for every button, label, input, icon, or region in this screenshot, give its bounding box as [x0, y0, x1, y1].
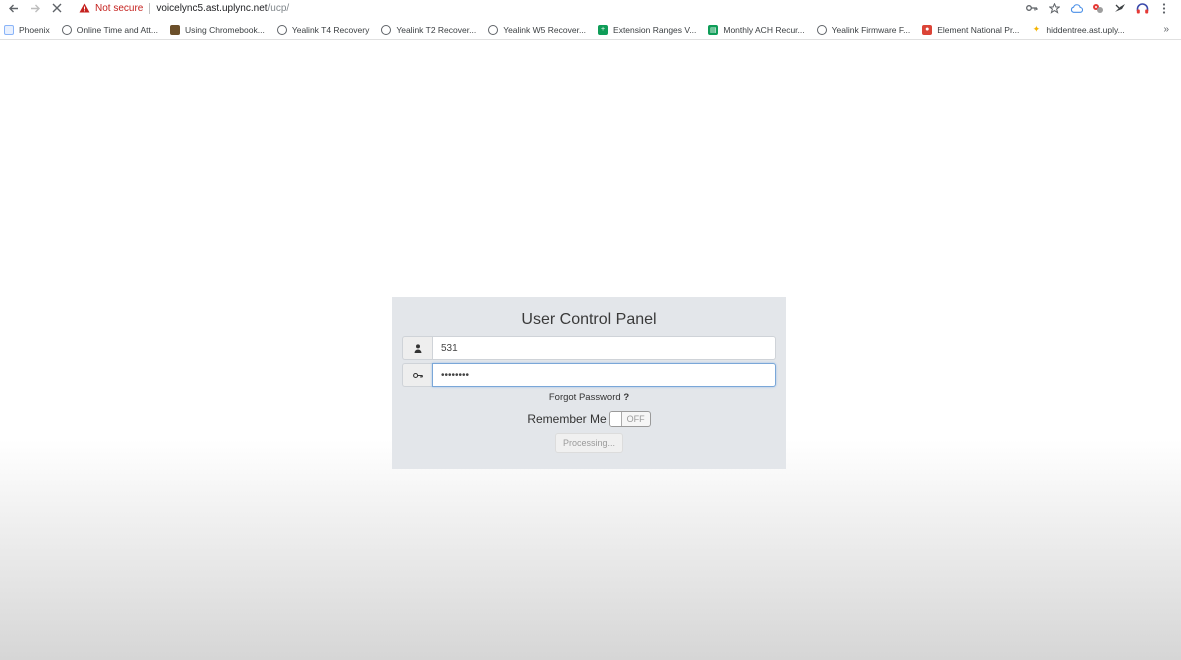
remember-me-label: Remember Me [527, 412, 607, 426]
kebab-menu-icon[interactable] [1153, 0, 1175, 16]
arrow-left-icon [8, 4, 18, 12]
sheets-icon: ▤ [708, 24, 719, 35]
doc-icon [4, 24, 14, 35]
bookmark-label: Extension Ranges V... [613, 24, 697, 35]
bookmark-yealink-firmware[interactable]: Yealink Firmware F... [816, 24, 911, 35]
bookmark-using-chromebook[interactable]: Using Chromebook... [169, 24, 265, 35]
star-icon[interactable] [1043, 0, 1065, 16]
bookmark-phoenix[interactable]: Phoenix [4, 24, 50, 35]
address-bar[interactable]: Not secure voicelync5.ast.uplync.net/ucp… [72, 0, 1002, 16]
username-row [402, 336, 776, 360]
globe-icon [61, 24, 72, 35]
bookmark-label: Monthly ACH Recur... [723, 24, 805, 35]
remember-me-toggle[interactable]: OFF [608, 411, 651, 427]
username-addon [402, 336, 432, 360]
close-icon [52, 3, 62, 13]
bookmark-monthly-ach[interactable]: ▤ Monthly ACH Recur... [708, 24, 805, 35]
remember-me-row: Remember Me OFF [392, 411, 786, 427]
login-panel: User Control Panel Forgot Password ? Rem… [392, 297, 786, 469]
forgot-password-link[interactable]: Forgot Password ? [392, 392, 786, 403]
globe-icon [381, 24, 392, 35]
bookmark-label: Online Time and Att... [76, 24, 158, 35]
stop-loading-button[interactable] [48, 0, 66, 16]
key-icon [412, 372, 423, 378]
forward-button[interactable] [26, 0, 44, 16]
bookmark-yealink-w5[interactable]: Yealink W5 Recover... [488, 24, 587, 35]
bookmark-label: Element National Pr... [937, 24, 1020, 35]
url-path: /ucp/ [267, 2, 290, 14]
sheets-plus-icon: + [598, 24, 609, 35]
bookmark-extension-ranges[interactable]: + Extension Ranges V... [598, 24, 697, 35]
bookmark-hiddentree[interactable]: ✦ hiddentree.ast.uply... [1031, 24, 1125, 35]
page-title: User Control Panel [521, 311, 657, 328]
bookmark-element-national[interactable]: ● Element National Pr... [922, 24, 1020, 35]
bookmark-label: Phoenix [19, 24, 50, 35]
bookmark-label: Yealink W5 Recover... [503, 24, 587, 35]
browser-toolbar: Not secure voicelync5.ast.uplync.net/ucp… [0, 0, 1181, 16]
bookmark-label: Yealink T4 Recovery [291, 24, 370, 35]
globe-icon [488, 24, 499, 35]
bookmark-yealink-t2[interactable]: Yealink T2 Recover... [381, 24, 477, 35]
map-pin-icon: ● [922, 24, 933, 35]
password-input[interactable] [432, 363, 776, 387]
headset-icon[interactable] [1131, 0, 1153, 16]
bookmark-yealink-t4[interactable]: Yealink T4 Recovery [276, 24, 370, 35]
password-addon [402, 363, 432, 387]
extension-icon[interactable] [1087, 0, 1109, 16]
bookmark-label: Yealink T2 Recover... [396, 24, 477, 35]
omnibox-divider [149, 2, 151, 14]
key-icon[interactable] [1021, 0, 1043, 16]
forgot-password-label: Forgot Password [548, 392, 621, 403]
globe-icon [276, 24, 287, 35]
warning-icon [78, 2, 90, 14]
bookmark-label: hiddentree.ast.uply... [1046, 24, 1125, 35]
username-input[interactable] [432, 336, 776, 360]
cloud-icon[interactable] [1065, 0, 1087, 16]
bookmark-label: Yealink Firmware F... [831, 24, 911, 35]
back-button[interactable] [4, 0, 22, 16]
bird-icon[interactable] [1109, 0, 1131, 16]
bookmark-label: Using Chromebook... [184, 24, 265, 35]
password-row [402, 363, 776, 387]
bookmarks-bar: Phoenix Online Time and Att... Using Chr… [0, 20, 1181, 40]
sparkle-icon: ✦ [1032, 24, 1041, 34]
toggle-state: OFF [626, 414, 645, 424]
url-host: voicelync5.ast.uplync.net [156, 2, 268, 14]
help-icon: ? [623, 392, 630, 403]
arrow-right-icon [30, 4, 40, 12]
security-status[interactable]: Not secure [95, 3, 143, 14]
bookmarks-overflow-button[interactable]: » [1163, 24, 1169, 35]
bookmark-online-time[interactable]: Online Time and Att... [61, 24, 158, 35]
globe-icon [816, 24, 827, 35]
user-icon [414, 343, 421, 353]
login-button[interactable]: Processing... [555, 433, 623, 453]
photo-icon [169, 24, 180, 35]
browser-action-icons [1021, 0, 1175, 16]
toggle-knob [609, 412, 622, 426]
